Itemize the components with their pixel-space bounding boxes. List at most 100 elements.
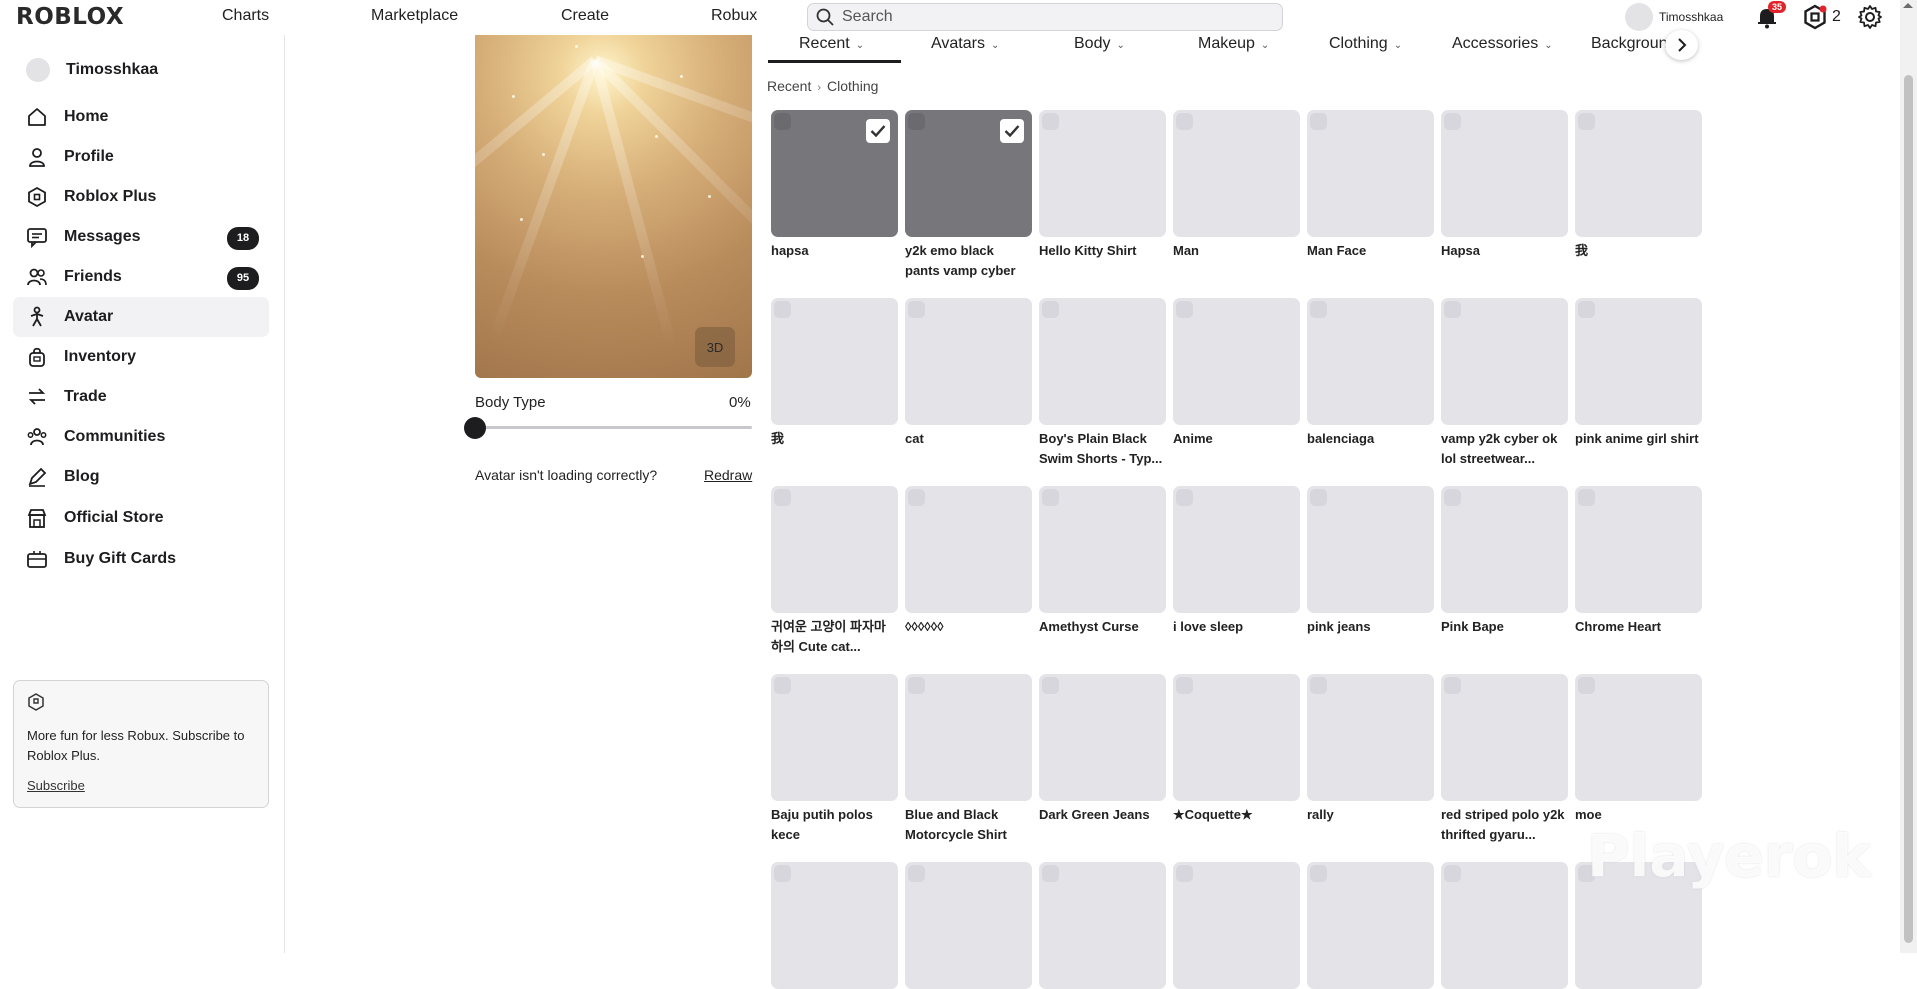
tab-backgrounds[interactable]: Backgroun xyxy=(1591,35,1668,63)
item-tile[interactable] xyxy=(1039,298,1166,425)
item-tile[interactable] xyxy=(1575,110,1702,237)
item-tile[interactable] xyxy=(905,110,1032,237)
sidebar-item-profile[interactable]: Profile xyxy=(13,137,269,177)
item-tile[interactable] xyxy=(1039,862,1166,989)
scrollbar-thumb[interactable] xyxy=(1904,75,1913,943)
item-tile[interactable] xyxy=(1575,298,1702,425)
sidebar-item-home[interactable]: Home xyxy=(13,97,269,137)
roblox-logo[interactable]: ROBLOX xyxy=(16,4,124,30)
notifications-button[interactable]: 35 xyxy=(1754,1,1787,30)
item-name[interactable]: balenciaga xyxy=(1307,429,1434,449)
body-type-slider-handle[interactable] xyxy=(464,417,486,439)
item-name[interactable]: Baju putih polos kece xyxy=(771,805,898,845)
sidebar-item-avatar[interactable]: Avatar xyxy=(13,297,269,337)
item-name[interactable]: 귀여운 고양이 파자마 하의 Cute cat... xyxy=(771,617,898,657)
item-tile[interactable] xyxy=(1173,298,1300,425)
sidebar-item-communities[interactable]: Communities xyxy=(13,417,269,457)
nav-marketplace[interactable]: Marketplace xyxy=(371,7,458,25)
item-name[interactable]: Man xyxy=(1173,241,1300,261)
breadcrumb-recent[interactable]: Recent xyxy=(767,78,811,94)
item-name[interactable]: i love sleep xyxy=(1173,617,1300,637)
item-name[interactable]: rally xyxy=(1307,805,1434,825)
item-name[interactable]: red striped polo y2k thrifted gyaru... xyxy=(1441,805,1568,845)
sidebar-item-inventory[interactable]: Inventory xyxy=(13,337,269,377)
item-tile[interactable] xyxy=(1441,862,1568,989)
item-tile[interactable] xyxy=(1173,486,1300,613)
item-tile[interactable] xyxy=(905,298,1032,425)
sidebar-user[interactable]: Timosshkaa xyxy=(13,50,269,90)
item-tile[interactable] xyxy=(1441,298,1568,425)
user-avatar[interactable] xyxy=(1625,3,1653,31)
item-name[interactable]: 我 xyxy=(1575,241,1702,261)
item-name[interactable]: Anime xyxy=(1173,429,1300,449)
item-tile[interactable] xyxy=(771,110,898,237)
settings-button[interactable] xyxy=(1857,4,1883,30)
search-input[interactable] xyxy=(842,8,1262,26)
tab-clothing[interactable]: Clothing ⌄ xyxy=(1329,35,1402,63)
item-tile[interactable] xyxy=(905,674,1032,801)
tab-makeup[interactable]: Makeup ⌄ xyxy=(1198,35,1269,63)
item-tile[interactable] xyxy=(771,862,898,989)
tabs-scroll-right-button[interactable] xyxy=(1665,30,1698,60)
item-tile[interactable] xyxy=(1173,862,1300,989)
item-tile[interactable] xyxy=(1441,674,1568,801)
item-tile[interactable] xyxy=(1307,486,1434,613)
sidebar-item-buy-gift-cards[interactable]: Buy Gift Cards xyxy=(13,539,269,579)
item-tile[interactable] xyxy=(1307,862,1434,989)
item-name[interactable]: Dark Green Jeans xyxy=(1039,805,1166,825)
item-tile[interactable] xyxy=(771,298,898,425)
item-tile[interactable] xyxy=(1307,674,1434,801)
nav-robux[interactable]: Robux xyxy=(711,7,757,25)
item-tile[interactable] xyxy=(1173,674,1300,801)
item-name[interactable]: ★Coquette★ xyxy=(1173,805,1300,825)
header-username[interactable]: Timosshkaa xyxy=(1659,10,1723,24)
body-type-slider[interactable] xyxy=(475,426,752,429)
sidebar-item-trade[interactable]: Trade xyxy=(13,377,269,417)
item-name[interactable]: y2k emo black pants vamp cyber xyxy=(905,241,1032,281)
item-tile[interactable] xyxy=(771,486,898,613)
item-tile[interactable] xyxy=(1307,298,1434,425)
item-name[interactable]: Boy's Plain Black Swim Shorts - Typ... xyxy=(1039,429,1166,469)
item-tile[interactable] xyxy=(905,486,1032,613)
tab-body[interactable]: Body ⌄ xyxy=(1074,35,1125,63)
item-name[interactable]: ◊◊◊◊◊◊ xyxy=(905,617,1032,637)
item-name[interactable]: vamp y2k cyber ok lol streetwear... xyxy=(1441,429,1568,469)
sidebar-item-messages[interactable]: Messages 18 xyxy=(13,217,269,257)
item-tile[interactable] xyxy=(1575,486,1702,613)
item-name[interactable]: 我 xyxy=(771,429,898,449)
breadcrumb-clothing[interactable]: Clothing xyxy=(827,78,878,94)
redraw-link[interactable]: Redraw xyxy=(704,467,752,483)
item-tile[interactable] xyxy=(1441,486,1568,613)
nav-create[interactable]: Create xyxy=(561,7,609,25)
item-tile[interactable] xyxy=(1039,110,1166,237)
item-tile[interactable] xyxy=(1307,110,1434,237)
item-tile[interactable] xyxy=(1039,486,1166,613)
toggle-3d-button[interactable]: 3D xyxy=(695,327,735,367)
tab-recent[interactable]: Recent ⌄ xyxy=(768,35,901,63)
robux-button[interactable] xyxy=(1802,4,1828,30)
sidebar-item-friends[interactable]: Friends 95 xyxy=(13,257,269,297)
item-tile[interactable] xyxy=(1441,110,1568,237)
item-name[interactable]: pink jeans xyxy=(1307,617,1434,637)
search-bar[interactable] xyxy=(807,3,1283,31)
sidebar-item-official-store[interactable]: Official Store xyxy=(13,498,269,538)
item-tile[interactable] xyxy=(771,674,898,801)
item-name[interactable]: pink anime girl shirt xyxy=(1575,429,1702,449)
item-name[interactable]: Chrome Heart xyxy=(1575,617,1702,637)
item-name[interactable]: Blue and Black Motorcycle Shirt xyxy=(905,805,1032,845)
sidebar-item-blog[interactable]: Blog xyxy=(13,457,269,497)
tab-avatars[interactable]: Avatars ⌄ xyxy=(931,35,999,63)
item-name[interactable]: Hello Kitty Shirt xyxy=(1039,241,1166,261)
item-tile[interactable] xyxy=(905,862,1032,989)
item-name[interactable]: Amethyst Curse xyxy=(1039,617,1166,637)
item-tile[interactable] xyxy=(1173,110,1300,237)
item-tile[interactable] xyxy=(1575,674,1702,801)
item-name[interactable]: cat xyxy=(905,429,1032,449)
subscribe-link[interactable]: Subscribe xyxy=(27,778,85,793)
item-name[interactable]: Hapsa xyxy=(1441,241,1568,261)
item-tile[interactable] xyxy=(1039,674,1166,801)
item-name[interactable]: Pink Bape xyxy=(1441,617,1568,637)
scroll-up-arrow-icon[interactable] xyxy=(1903,3,1913,8)
item-name[interactable]: hapsa xyxy=(771,241,898,261)
nav-charts[interactable]: Charts xyxy=(222,7,269,25)
